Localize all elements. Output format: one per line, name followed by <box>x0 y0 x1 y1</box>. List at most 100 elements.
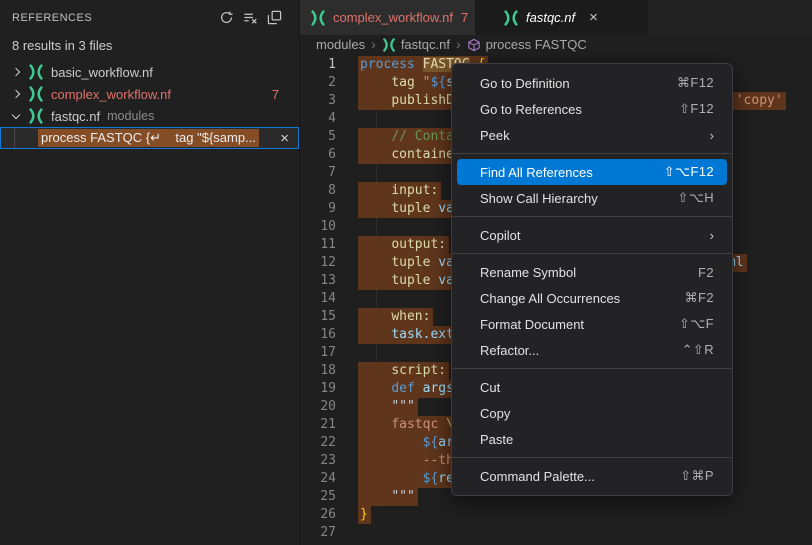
file-label: complex_workflow.nf <box>51 87 171 102</box>
clear-all-icon[interactable] <box>241 9 259 27</box>
line-content: output: <box>360 236 449 254</box>
code-token <box>360 489 391 504</box>
code-token <box>360 417 391 432</box>
code-token <box>360 399 391 414</box>
reference-range-highlight: script: <box>358 362 449 380</box>
reference-range-highlight: when: <box>358 308 433 326</box>
code-token <box>360 129 391 144</box>
code-token <box>360 273 391 288</box>
menu-item-go-to-references[interactable]: Go to References⇧F12 <box>457 96 727 122</box>
line-number: 24 <box>300 470 336 488</box>
menu-item-label: Go to References <box>480 102 679 117</box>
menu-item-copilot[interactable]: Copilot› <box>457 222 727 248</box>
results-tree-files: basic_workflow.nfcomplex_workflow.nf7fas… <box>0 61 299 127</box>
tab-label: complex_workflow.nf <box>333 10 453 25</box>
menu-separator <box>452 216 732 217</box>
nextflow-file-icon <box>382 38 396 52</box>
line-content: script: <box>360 362 449 380</box>
tree-file-complex-workflow-nf[interactable]: complex_workflow.nf7 <box>0 83 299 105</box>
code-token: args <box>423 381 454 396</box>
nextflow-file-icon <box>28 64 44 80</box>
code-token: fastqc <box>391 417 446 432</box>
code-token <box>360 435 423 450</box>
line-number: 16 <box>300 326 336 344</box>
menu-item-copy[interactable]: Copy <box>457 400 727 426</box>
menu-item-go-to-definition[interactable]: Go to Definition⌘F12 <box>457 70 727 96</box>
code-token: """ <box>391 489 414 504</box>
code-token <box>360 93 391 108</box>
line-number: 1 <box>300 56 336 74</box>
file-description: modules <box>107 109 154 123</box>
chevron-down-icon[interactable] <box>12 110 20 118</box>
close-tab-icon[interactable]: × <box>589 9 598 26</box>
menu-item-format-document[interactable]: Format Document⇧⌥F <box>457 311 727 337</box>
tab-label: fastqc.nf <box>526 10 575 25</box>
nextflow-file-icon <box>28 86 44 102</box>
line-number: 4 <box>300 110 336 128</box>
breadcrumb-item-process-fastqc[interactable]: process FASTQC <box>467 37 587 52</box>
menu-item-refactor[interactable]: Refactor...⌃⇧R <box>457 337 727 363</box>
collapse-all-icon[interactable] <box>265 9 283 27</box>
menu-item-label: Change All Occurrences <box>480 291 685 306</box>
menu-item-peek[interactable]: Peek› <box>457 122 727 148</box>
line-number: 12 <box>300 254 336 272</box>
menu-item-command-palette[interactable]: Command Palette...⇧⌘P <box>457 463 727 489</box>
results-summary: 8 results in 3 files <box>12 38 112 53</box>
menu-item-change-all-occurrences[interactable]: Change All Occurrences⌘F2 <box>457 285 727 311</box>
menu-item-keybinding: F2 <box>698 265 714 280</box>
code-token <box>360 381 391 396</box>
menu-item-show-call-hierarchy[interactable]: Show Call Hierarchy⇧⌥H <box>457 185 727 211</box>
menu-item-label: Paste <box>480 432 714 447</box>
line-number: 15 <box>300 308 336 326</box>
breadcrumb-label: process FASTQC <box>486 37 587 52</box>
result-item-process-fastqc[interactable]: process FASTQC {↵ tag "${samp... × <box>0 127 299 149</box>
code-token <box>360 363 391 378</box>
nextflow-file-icon <box>310 10 326 26</box>
chevron-right-icon[interactable] <box>12 68 20 76</box>
reference-range-highlight: } <box>358 506 371 524</box>
reference-range-highlight: output: <box>358 236 449 254</box>
line-number: 7 <box>300 164 336 182</box>
code-token <box>360 471 423 486</box>
tree-file-fastqc-nf[interactable]: fastqc.nfmodules <box>0 105 299 127</box>
dismiss-result-icon[interactable]: × <box>280 129 289 148</box>
line-number: 26 <box>300 506 336 524</box>
menu-item-label: Copy <box>480 406 714 421</box>
line-number: 8 <box>300 182 336 200</box>
breadcrumb-item-fastqc[interactable]: fastqc.nf <box>382 37 450 52</box>
menu-item-paste[interactable]: Paste <box>457 426 727 452</box>
tab-complex-workflow[interactable]: complex_workflow.nf 7 <box>300 0 475 35</box>
menu-separator <box>452 457 732 458</box>
menu-item-rename-symbol[interactable]: Rename SymbolF2 <box>457 259 727 285</box>
menu-item-label: Format Document <box>480 317 679 332</box>
refresh-icon[interactable] <box>217 9 235 27</box>
line-number: 22 <box>300 434 336 452</box>
tree-file-basic-workflow-nf[interactable]: basic_workflow.nf <box>0 61 299 83</box>
references-sidebar: REFERENCES <box>0 0 300 545</box>
reference-range-highlight: """ <box>358 488 418 506</box>
code-token: when: <box>391 309 430 324</box>
symbol-cube-icon <box>467 38 481 52</box>
tab-fastqc[interactable]: fastqc.nf × <box>475 0 648 35</box>
vscode-window: REFERENCES <box>0 0 812 545</box>
breadcrumb-item-modules[interactable]: modules <box>316 37 365 52</box>
code-token <box>415 381 423 396</box>
menu-separator <box>452 368 732 369</box>
menu-separator <box>452 153 732 154</box>
chevron-right-icon[interactable] <box>12 90 20 98</box>
line-content: """ <box>360 488 418 506</box>
code-token <box>360 183 391 198</box>
line-number: 21 <box>300 416 336 434</box>
editor-tabs: complex_workflow.nf 7 fastqc.nf × <box>300 0 812 35</box>
menu-item-keybinding: ⇧F12 <box>679 101 714 117</box>
menu-item-cut[interactable]: Cut <box>457 374 727 400</box>
code-token <box>360 201 391 216</box>
code-token: ${ <box>430 75 446 90</box>
reference-range-highlight: """ <box>358 398 418 416</box>
code-token: process <box>360 57 415 72</box>
code-token: ${ <box>423 435 439 450</box>
line-content: } <box>360 506 371 524</box>
breadcrumb-label: modules <box>316 37 365 52</box>
line-content: input: <box>360 182 441 200</box>
menu-item-find-all-references[interactable]: Find All References⇧⌥F12 <box>457 159 727 185</box>
